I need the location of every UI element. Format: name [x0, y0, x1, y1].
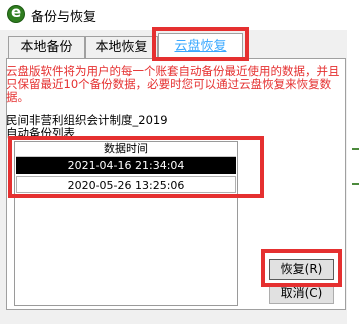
tab-local-restore[interactable]: 本地恢复 — [85, 36, 158, 58]
background-window-edge — [347, 30, 360, 324]
background-mark — [352, 148, 359, 150]
background-mark — [352, 183, 359, 185]
cloud-restore-notice: 云盘版软件将为用户的每一个账套自动备份最近使用的数据，并且只保留最近10个备份数… — [6, 64, 340, 104]
highlight-box-list — [8, 136, 264, 198]
tab-local-backup[interactable]: 本地备份 — [8, 36, 85, 58]
window-title: 备份与恢复 — [31, 10, 97, 25]
highlight-box-tab — [152, 27, 249, 61]
highlight-box-restore — [261, 249, 342, 287]
title-bar: 备份与恢复 — [0, 0, 360, 30]
app-e-icon — [7, 3, 25, 23]
